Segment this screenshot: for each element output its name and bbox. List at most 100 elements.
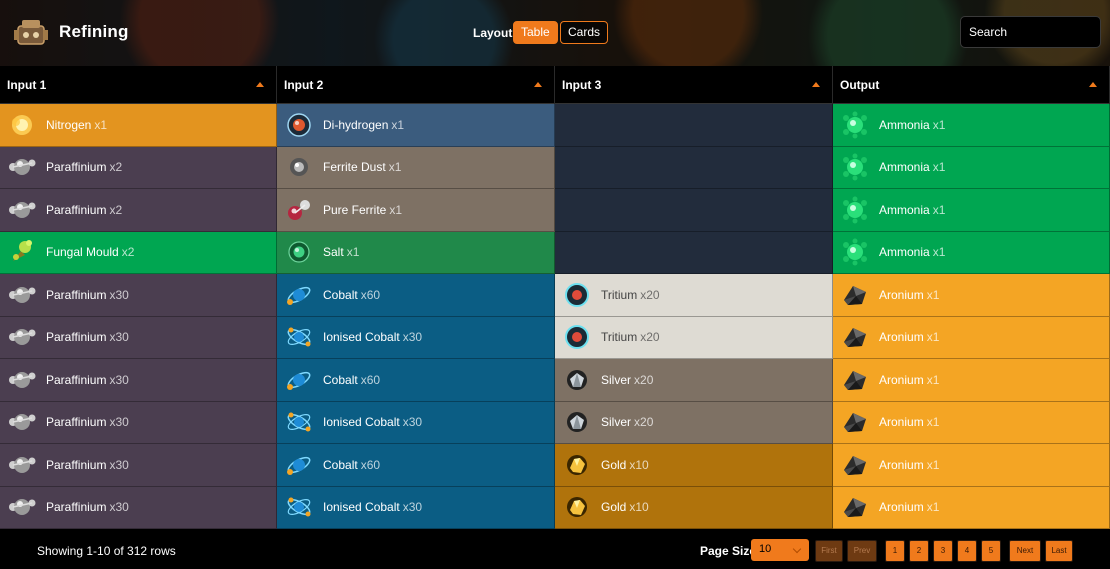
table-cell-output[interactable]: Aronium x1: [833, 274, 1110, 317]
item-name: Ammonia: [879, 117, 930, 132]
column-header-label: Input 2: [284, 78, 324, 92]
column-header-input-3[interactable]: Input 3: [555, 66, 833, 104]
table-cell-input-1[interactable]: Nitrogen x1: [0, 104, 277, 147]
table-cell-input-1[interactable]: Paraffinium x30: [0, 359, 277, 402]
sort-ascending-icon[interactable]: [812, 82, 820, 87]
item-name: Cobalt: [323, 287, 358, 302]
table-cell-input-2[interactable]: Cobalt x60: [277, 444, 555, 487]
table-cell-input-1[interactable]: Paraffinium x30: [0, 274, 277, 317]
table-cell-input-3: [555, 231, 833, 274]
item-name: Aronium: [879, 372, 924, 387]
item-quantity: x1: [391, 117, 405, 132]
table-cell-output[interactable]: Ammonia x1: [833, 231, 1110, 274]
sort-ascending-icon[interactable]: [534, 82, 542, 87]
item-quantity: x1: [932, 245, 946, 260]
table-cell-input-3[interactable]: Tritium x20: [555, 316, 833, 359]
table-cell-output[interactable]: Ammonia x1: [833, 146, 1110, 189]
refining-table: Input 1 Input 2 Input 3 Output Nitrogen x…: [0, 66, 1110, 529]
prev-page-button[interactable]: Prev: [847, 540, 877, 562]
table-cell-input-2[interactable]: Pure Ferrite x1: [277, 189, 555, 232]
item-quantity: x30: [402, 330, 423, 345]
column-header-input-1[interactable]: Input 1: [0, 66, 277, 104]
table-cell-input-1[interactable]: Fungal Mould x2: [0, 231, 277, 274]
table-cell-input-1[interactable]: Paraffinium x30: [0, 401, 277, 444]
last-page-button[interactable]: Last: [1045, 540, 1073, 562]
table-cell-output[interactable]: Aronium x1: [833, 401, 1110, 444]
paraffinium-icon: [7, 152, 37, 182]
ammonia-icon: [840, 195, 870, 225]
aronium-icon: [840, 407, 870, 437]
paraffinium-icon: [7, 195, 37, 225]
item-quantity: x30: [109, 415, 129, 430]
di-hydrogen-icon: [284, 110, 314, 140]
item-name: Aronium: [879, 500, 924, 515]
table-cell-input-2[interactable]: Ionised Cobalt x30: [277, 316, 555, 359]
item-quantity: x20: [640, 330, 660, 345]
sort-ascending-icon[interactable]: [1089, 82, 1097, 87]
item-quantity: x20: [634, 415, 654, 430]
page-size-value: 10: [759, 543, 772, 555]
table-cell-input-2[interactable]: Cobalt x60: [277, 274, 555, 317]
table-cell-input-1[interactable]: Paraffinium x30: [0, 316, 277, 359]
layout-label: Layout:: [473, 26, 517, 40]
gold-icon: [562, 492, 592, 522]
table-cell-input-3[interactable]: Silver x20: [555, 359, 833, 402]
item-name: Paraffinium: [46, 287, 107, 302]
table-cell-input-2[interactable]: Cobalt x60: [277, 359, 555, 402]
table-cell-input-3[interactable]: Silver x20: [555, 401, 833, 444]
table-cell-output[interactable]: Aronium x1: [833, 486, 1110, 529]
table-cell-output[interactable]: Aronium x1: [833, 316, 1110, 359]
column-header-input-2[interactable]: Input 2: [277, 66, 555, 104]
table-cell-output[interactable]: Ammonia x1: [833, 189, 1110, 232]
table-cell-input-1[interactable]: Paraffinium x2: [0, 189, 277, 232]
aronium-icon: [840, 322, 870, 352]
page-button-5[interactable]: 5: [981, 540, 1001, 562]
page-button-4[interactable]: 4: [957, 540, 977, 562]
table-cell-input-2[interactable]: Ionised Cobalt x30: [277, 486, 555, 529]
ammonia-icon: [840, 110, 870, 140]
table-cell-input-2[interactable]: Di-hydrogen x1: [277, 104, 555, 147]
table-cell-input-1[interactable]: Paraffinium x30: [0, 486, 277, 529]
item-name: Ionised Cobalt: [323, 415, 400, 430]
layout-table-button[interactable]: Table: [513, 21, 558, 44]
item-name: Paraffinium: [46, 330, 107, 345]
paraffinium-icon: [7, 407, 37, 437]
app-logo-icon: [14, 20, 48, 45]
table-cell-input-1[interactable]: Paraffinium x2: [0, 146, 277, 189]
item-quantity: x2: [109, 202, 123, 217]
paraffinium-icon: [7, 492, 37, 522]
first-page-button[interactable]: First: [815, 540, 843, 562]
next-page-button[interactable]: Next: [1009, 540, 1041, 562]
layout-cards-button[interactable]: Cards: [560, 21, 609, 44]
page-button-3[interactable]: 3: [933, 540, 953, 562]
item-quantity: x20: [640, 287, 660, 302]
ionised-cobalt-icon: [284, 322, 314, 352]
table-cell-output[interactable]: Aronium x1: [833, 359, 1110, 402]
table-cell-input-2[interactable]: Ferrite Dust x1: [277, 146, 555, 189]
item-name: Gold: [601, 457, 627, 472]
item-name: Aronium: [879, 415, 924, 430]
table-cell-input-1[interactable]: Paraffinium x30: [0, 444, 277, 487]
item-quantity: x30: [109, 457, 129, 472]
table-cell-input-2[interactable]: Ionised Cobalt x30: [277, 401, 555, 444]
page-button-1[interactable]: 1: [885, 540, 905, 562]
item-name: Ammonia: [879, 245, 930, 260]
aronium-icon: [840, 280, 870, 310]
item-quantity: x30: [109, 287, 129, 302]
table-cell-output[interactable]: Aronium x1: [833, 444, 1110, 487]
table-cell-input-2[interactable]: Salt x1: [277, 231, 555, 274]
item-name: Ferrite Dust: [323, 160, 386, 175]
fungal-mould-icon: [7, 237, 37, 267]
page-size-select[interactable]: 10: [751, 539, 809, 561]
column-header-output[interactable]: Output: [833, 66, 1110, 104]
item-quantity: x1: [389, 202, 403, 217]
cobalt-icon: [284, 365, 314, 395]
item-name: Paraffinium: [46, 160, 107, 175]
search-input[interactable]: [960, 16, 1101, 48]
table-cell-input-3[interactable]: Gold x10: [555, 444, 833, 487]
table-cell-input-3[interactable]: Tritium x20: [555, 274, 833, 317]
page-button-2[interactable]: 2: [909, 540, 929, 562]
sort-ascending-icon[interactable]: [256, 82, 264, 87]
table-cell-input-3[interactable]: Gold x10: [555, 486, 833, 529]
table-cell-output[interactable]: Ammonia x1: [833, 104, 1110, 147]
